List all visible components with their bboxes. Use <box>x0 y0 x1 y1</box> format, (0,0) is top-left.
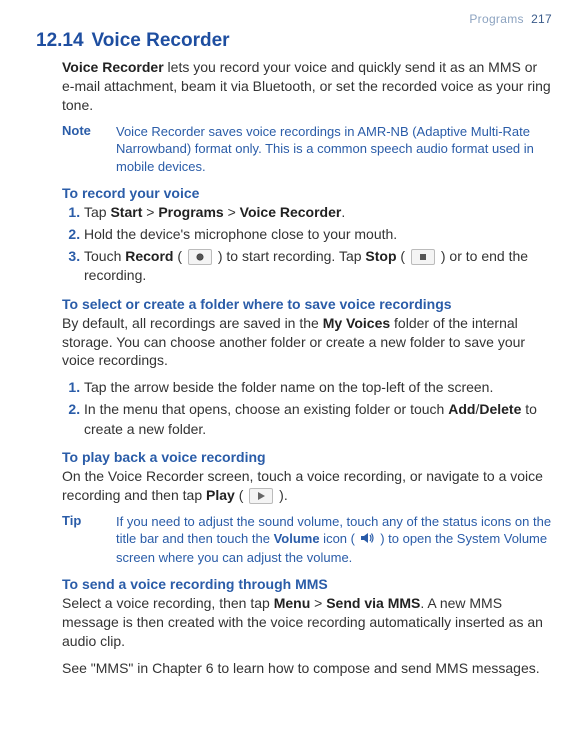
header-page: 217 <box>531 12 552 26</box>
folder-step-1: Tap the arrow beside the folder name on … <box>84 378 552 398</box>
intro-app-name: Voice Recorder <box>62 59 164 75</box>
record-icon <box>188 249 212 265</box>
note-block: Note Voice Recorder saves voice recordin… <box>62 123 552 176</box>
heading-play: To play back a voice recording <box>62 449 552 465</box>
tip-block: Tip If you need to adjust the sound volu… <box>62 513 552 566</box>
title-number: 12.14 <box>36 30 84 51</box>
record-steps: Tap Start > Programs > Voice Recorder. H… <box>62 203 552 285</box>
note-label: Note <box>62 123 116 176</box>
volume-icon <box>361 531 375 549</box>
record-step-1: Tap Start > Programs > Voice Recorder. <box>84 203 552 223</box>
heading-folder: To select or create a folder where to sa… <box>62 296 552 312</box>
body: Voice Recorder lets you record your voic… <box>62 58 552 678</box>
record-step-2: Hold the device's microphone close to yo… <box>84 225 552 245</box>
folder-steps: Tap the arrow beside the folder name on … <box>62 378 552 439</box>
page-title: 12.14 Voice Recorder <box>36 30 552 52</box>
mms-see-paragraph: See "MMS" in Chapter 6 to learn how to c… <box>62 659 552 678</box>
stop-icon <box>411 249 435 265</box>
record-step-3: Touch Record ( ) to start recording. Tap… <box>84 247 552 286</box>
play-icon <box>249 488 273 504</box>
note-text: Voice Recorder saves voice recordings in… <box>116 123 552 176</box>
mms-paragraph: Select a voice recording, then tap Menu … <box>62 594 552 651</box>
header-section: Programs <box>469 12 523 26</box>
heading-mms: To send a voice recording through MMS <box>62 576 552 592</box>
tip-label: Tip <box>62 513 116 566</box>
folder-step-2: In the menu that opens, choose an existi… <box>84 400 552 439</box>
running-header: Programs 217 <box>36 12 552 26</box>
heading-record: To record your voice <box>62 185 552 201</box>
folder-paragraph: By default, all recordings are saved in … <box>62 314 552 371</box>
document-page: Programs 217 12.14 Voice Recorder Voice R… <box>0 0 588 731</box>
play-paragraph: On the Voice Recorder screen, touch a vo… <box>62 467 552 505</box>
tip-text: If you need to adjust the sound volume, … <box>116 513 552 566</box>
intro-paragraph: Voice Recorder lets you record your voic… <box>62 58 552 115</box>
title-text: Voice Recorder <box>92 30 230 51</box>
